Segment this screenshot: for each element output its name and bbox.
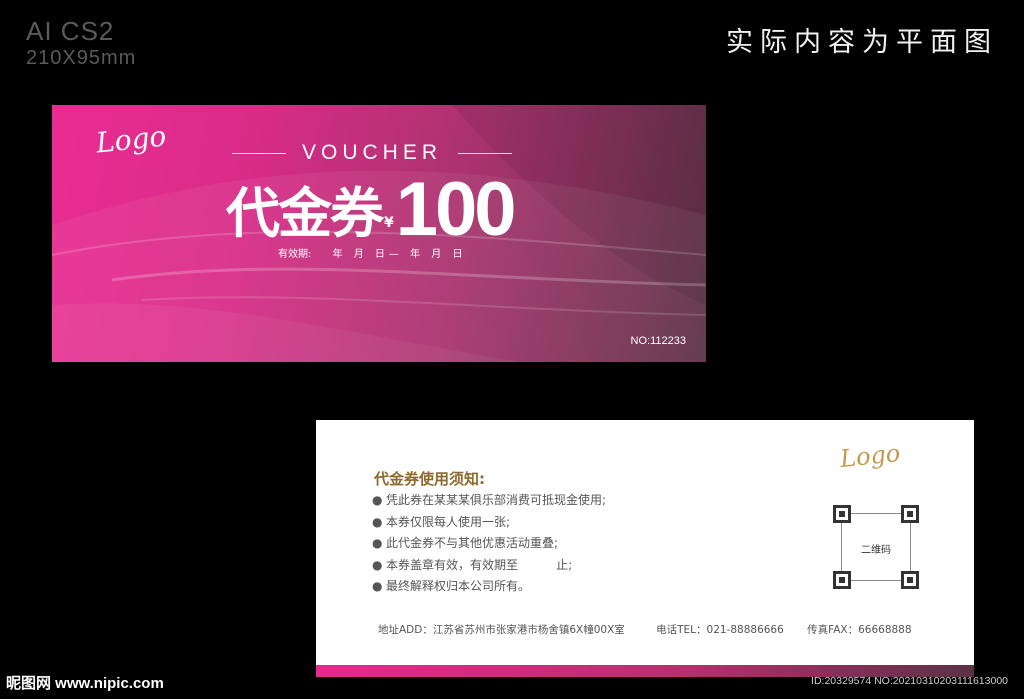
qr-finder-icon	[901, 571, 919, 589]
qr-finder-icon	[901, 505, 919, 523]
voucher-amount: 100	[395, 167, 517, 252]
qr-code-placeholder: 二维码	[833, 505, 919, 589]
design-sheet: AI CS2 210X95mm 实际内容为平面图 Logo VOUCHER 代金…	[0, 0, 1024, 699]
list-item: ● 本券仅限每人使用一张;	[372, 512, 606, 534]
usage-rules-list: ● 凭此券在某某某俱乐部消费可抵现金使用; ● 本券仅限每人使用一张; ● 此代金券不…	[372, 490, 606, 598]
print-size-label: 210X95mm	[26, 47, 137, 69]
fax-text: 传真FAX：66668888	[807, 624, 912, 636]
usage-notice-title: 代金券使用须知:	[374, 470, 485, 488]
brand-logo-back: Logo	[838, 438, 902, 474]
voucher-heading: VOUCHER	[232, 141, 513, 165]
address-text: 地址ADD：江苏省苏州市张家港市杨舍镇6X幢00X室	[378, 624, 625, 636]
bullet-icon: ●	[372, 493, 383, 507]
bullet-icon: ●	[372, 536, 383, 550]
bullet-icon: ●	[372, 579, 383, 593]
qr-finder-icon	[833, 571, 851, 589]
heading-right-rule	[458, 152, 513, 154]
voucher-back-card: Logo 代金券使用须知: ● 凭此券在某某某俱乐部消费可抵现金使用; ● 本券仅限…	[316, 420, 974, 677]
title-chinese: 代金券	[226, 182, 384, 245]
currency-symbol: ¥	[384, 215, 394, 231]
validity-line: 有效期: 年 月 日— 年 月 日	[278, 245, 466, 260]
app-version-label: AI CS2	[26, 16, 115, 46]
qr-label: 二维码	[861, 545, 891, 556]
list-item: ● 此代金券不与其他优惠活动重叠;	[372, 533, 606, 555]
voucher-word: VOUCHER	[302, 141, 443, 164]
list-item: ● 本券盖章有效，有效期至 止;	[372, 555, 606, 577]
serial-number: NO:112233	[630, 335, 686, 347]
voucher-title: 代金券 ¥ 100	[226, 167, 517, 252]
contact-footer: 地址ADD：江苏省苏州市张家港市杨舍镇6X幢00X室 电话TEL：021-888…	[378, 622, 932, 637]
heading-left-rule	[232, 152, 286, 154]
site-watermark: 昵图网 www.nipic.com	[6, 675, 164, 692]
list-item: ● 最终解释权归本公司所有。	[372, 576, 606, 598]
list-item: ● 凭此券在某某某俱乐部消费可抵现金使用;	[372, 490, 606, 512]
qr-finder-icon	[833, 505, 851, 523]
flat-design-note: 实际内容为平面图	[726, 27, 998, 58]
validity-label: 有效期:	[278, 249, 312, 260]
bullet-icon: ●	[372, 557, 383, 572]
phone-text: 电话TEL：021-88886666	[656, 624, 784, 636]
voucher-front-card: Logo VOUCHER 代金券 ¥ 100 有效期: 年 月 日— 年 月 日…	[52, 105, 706, 362]
validity-dates: 年 月 日— 年 月 日	[332, 249, 467, 260]
bullet-icon: ●	[372, 514, 383, 529]
image-id-watermark: ID:20329574 NO:20210310203111613000	[811, 675, 1008, 687]
file-spec: AI CS2 210X95mm	[26, 16, 136, 70]
